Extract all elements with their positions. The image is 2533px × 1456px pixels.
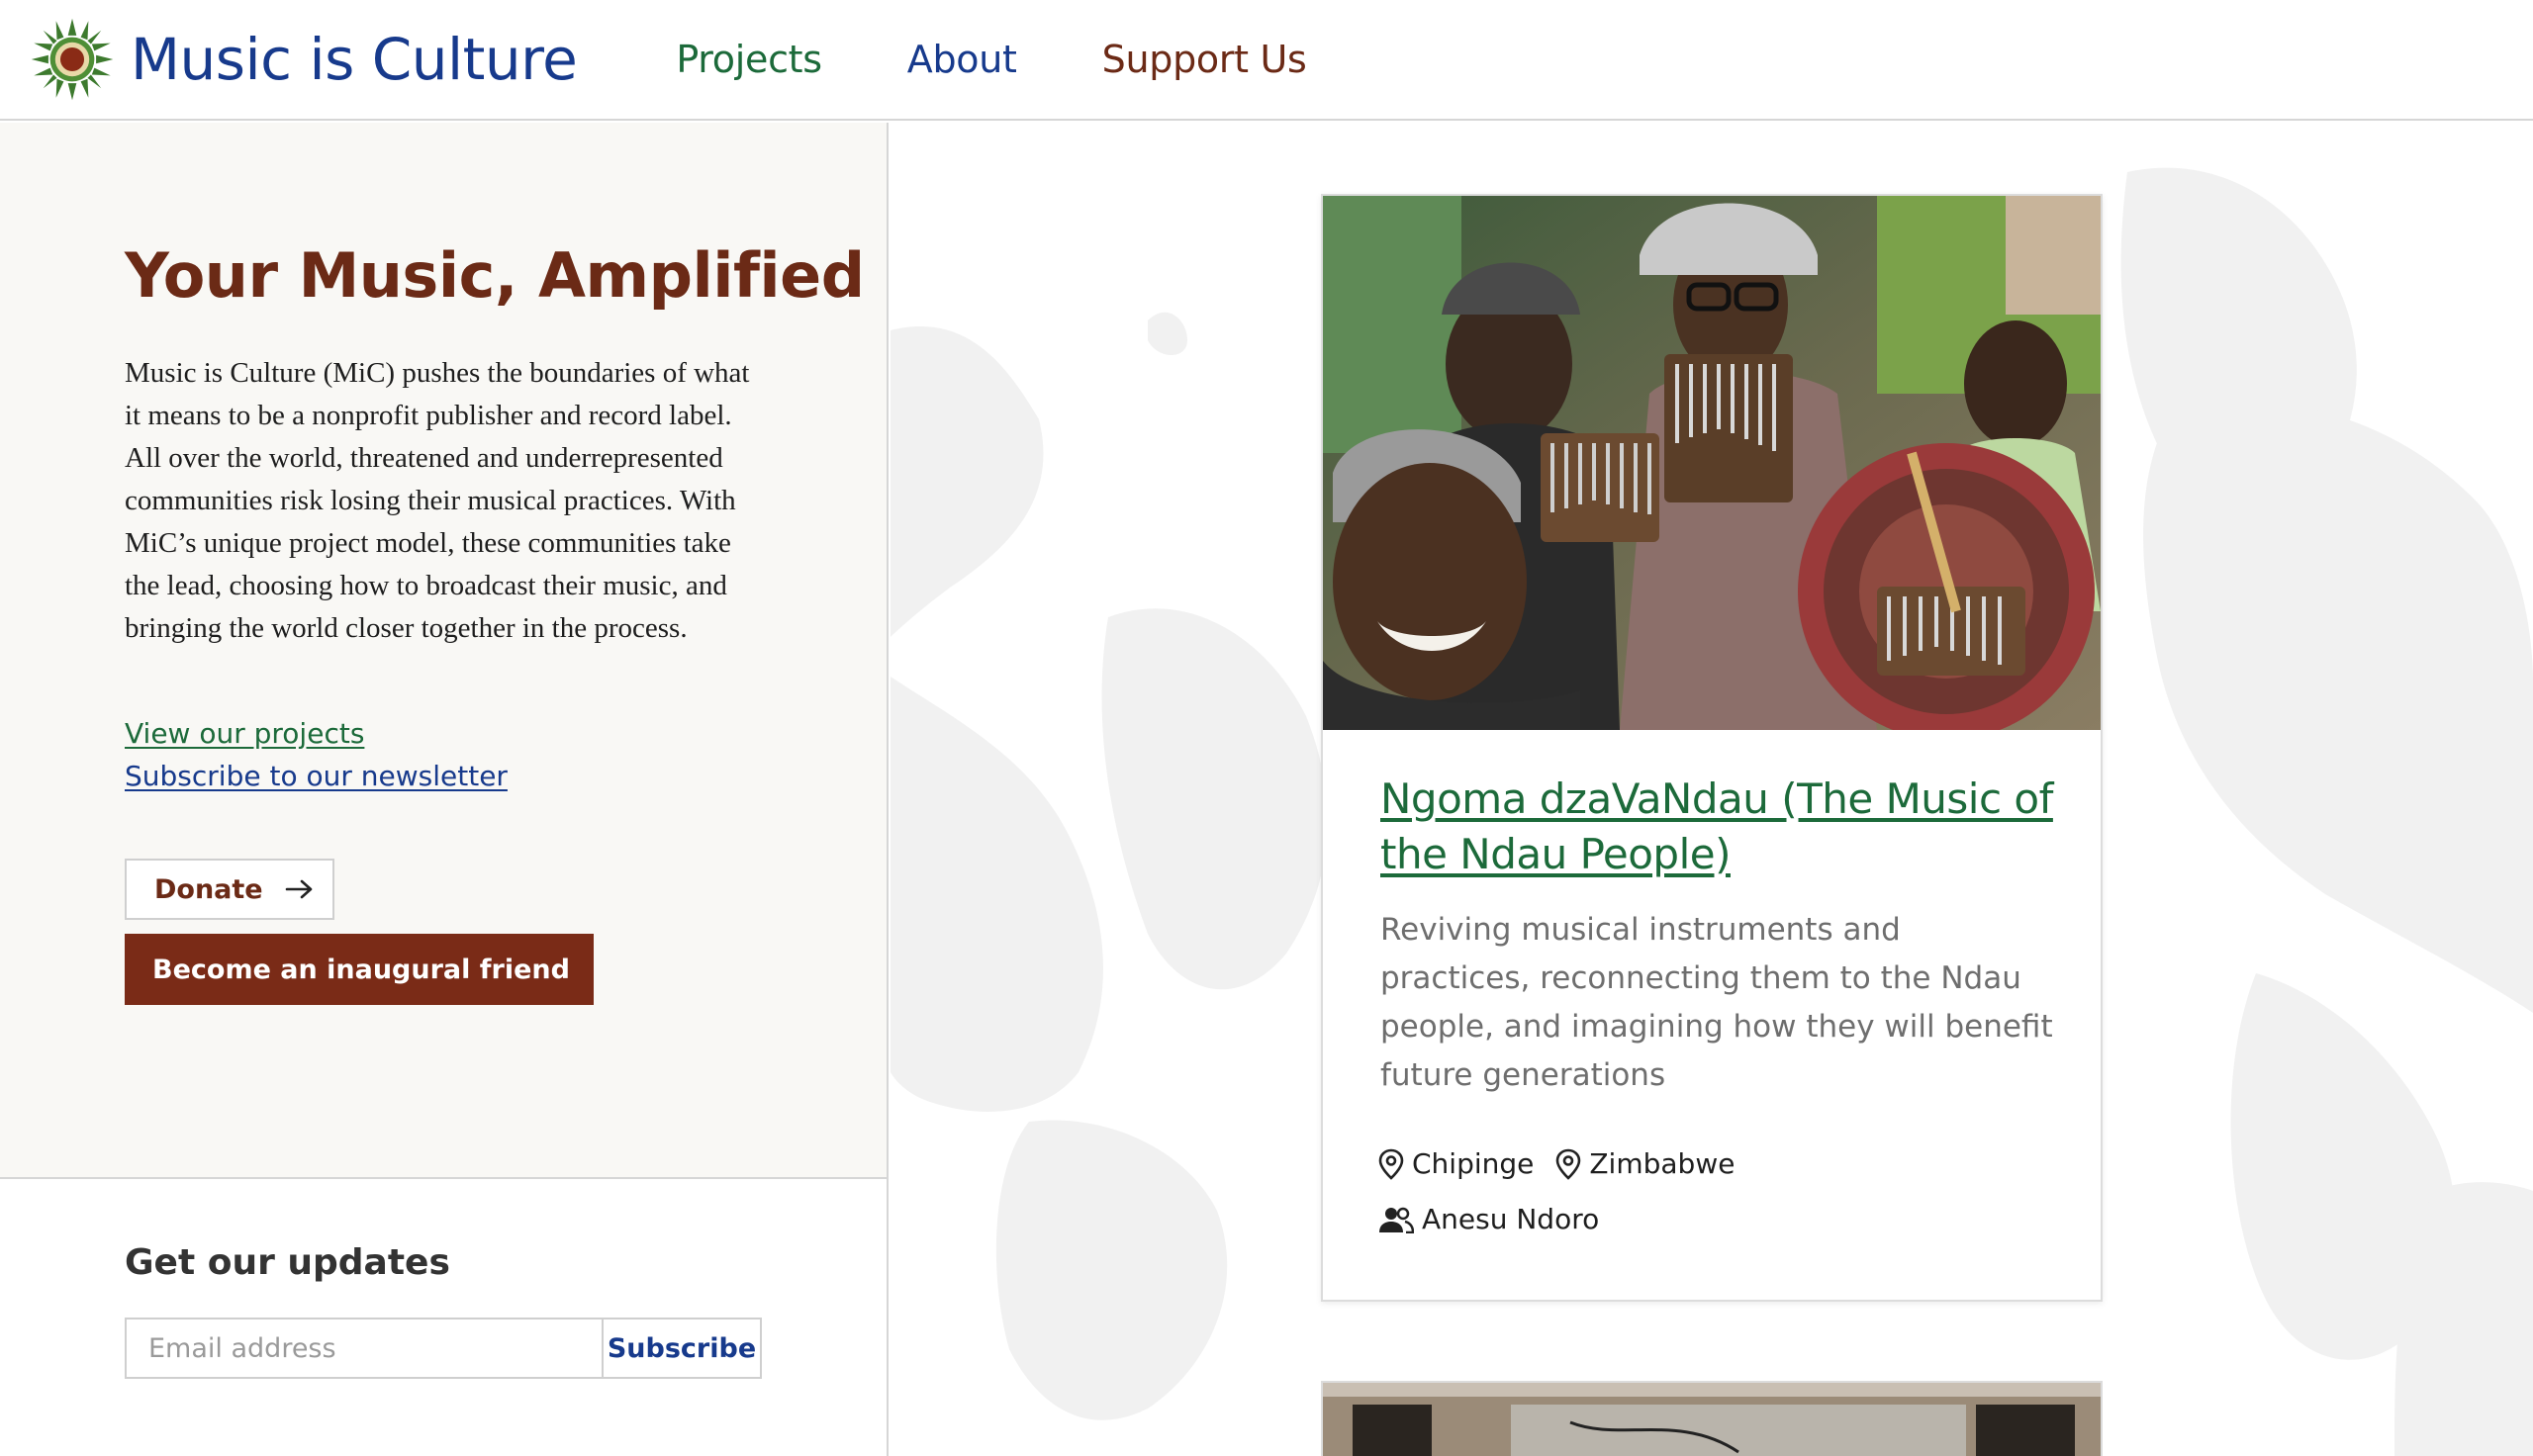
nav-support-us[interactable]: Support Us <box>1102 38 1307 81</box>
subscribe-button[interactable]: Subscribe <box>602 1318 762 1379</box>
location-tag: Chipinge <box>1378 1147 1534 1180</box>
nav-about[interactable]: About <box>907 38 1017 81</box>
project-people: Anesu Ndoro <box>1378 1203 1621 1235</box>
person-name: Anesu Ndoro <box>1422 1203 1600 1235</box>
project-title-link[interactable]: Ngoma dzaVaNdau (The Music of the Ndau P… <box>1380 772 2053 882</box>
project-locations: Chipinge Zimbabwe <box>1378 1147 1756 1180</box>
map-pin-icon <box>1556 1148 1581 1180</box>
project-photo-next-image <box>1323 1383 2101 1456</box>
main-nav: Projects About Support Us <box>676 38 1391 81</box>
arrow-right-icon <box>285 879 312 899</box>
sun-logo-icon <box>31 18 114 101</box>
site-logo[interactable]: Music is Culture <box>30 17 578 102</box>
map-pin-icon <box>1378 1148 1404 1180</box>
hero-panel: Your Music, Amplified Music is Culture (… <box>0 123 889 1177</box>
become-friend-button[interactable]: Become an inaugural friend <box>125 934 594 1005</box>
location-tag: Zimbabwe <box>1555 1147 1735 1180</box>
donate-button[interactable]: Donate <box>125 859 334 920</box>
newsletter-panel: Get our updates Subscribe <box>0 1177 889 1456</box>
project-photo[interactable] <box>1323 196 2101 730</box>
view-projects-link[interactable]: View our projects <box>125 712 508 755</box>
project-description: Reviving musical instruments and practic… <box>1380 912 2053 1093</box>
hero-title: Your Music, Amplified <box>125 239 865 312</box>
site-title: Music is Culture <box>131 26 578 93</box>
musicians-photo-image <box>1323 196 2101 730</box>
project-card-next[interactable] <box>1321 1381 2103 1456</box>
people-icon <box>1379 1207 1414 1233</box>
person-tag: Anesu Ndoro <box>1378 1203 1599 1235</box>
updates-title: Get our updates <box>125 1242 450 1283</box>
nav-projects[interactable]: Projects <box>676 38 822 81</box>
subscribe-newsletter-link[interactable]: Subscribe to our newsletter <box>125 755 508 797</box>
hero-description: Music is Culture (MiC) pushes the bounda… <box>125 357 750 644</box>
project-card[interactable]: Ngoma dzaVaNdau (The Music of the Ndau P… <box>1321 194 2103 1302</box>
location-country: Zimbabwe <box>1589 1147 1736 1180</box>
donate-label: Donate <box>154 873 263 905</box>
location-city: Chipinge <box>1412 1147 1535 1180</box>
hero-links: View our projects Subscribe to our newsl… <box>125 712 508 797</box>
site-header: Music is Culture Projects About Support … <box>0 0 2533 121</box>
email-input[interactable] <box>125 1318 604 1379</box>
